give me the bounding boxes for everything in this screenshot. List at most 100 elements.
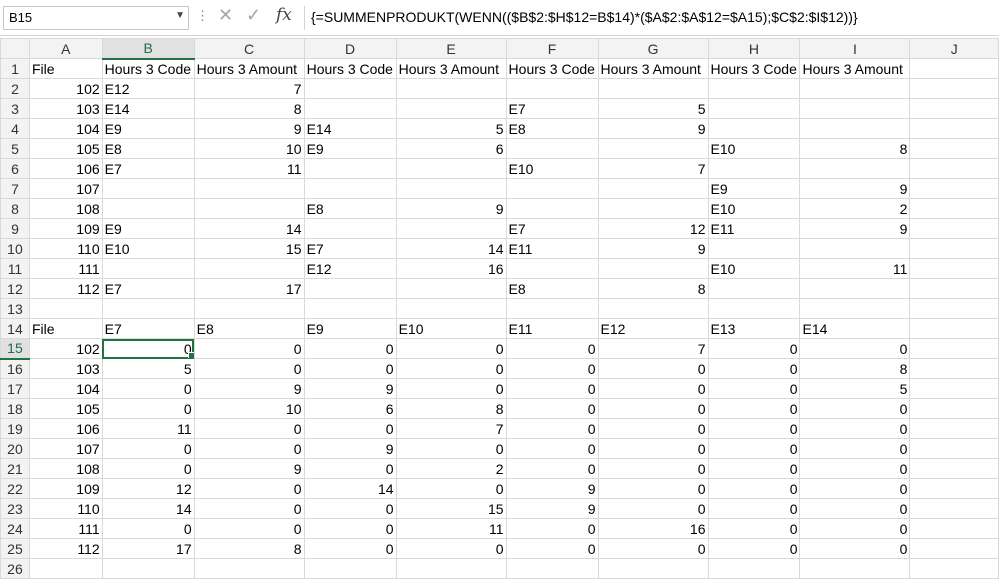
cell-a10[interactable]: 110 <box>28 238 103 259</box>
cell-g15[interactable]: 7 <box>597 338 709 359</box>
cell-c5[interactable]: 10 <box>193 138 305 159</box>
cell-c22[interactable]: 0 <box>193 478 305 499</box>
cell-d6[interactable] <box>303 158 397 179</box>
cell-c20[interactable]: 0 <box>193 438 305 459</box>
cell-h2[interactable] <box>707 78 801 99</box>
column-header-a[interactable]: A <box>28 38 103 59</box>
row-header[interactable]: 25 <box>0 538 30 559</box>
cell-f19[interactable]: 0 <box>505 418 599 439</box>
cell-a7[interactable]: 107 <box>28 178 103 199</box>
cell-i19[interactable]: 0 <box>799 418 911 439</box>
row-header[interactable]: 22 <box>0 478 30 499</box>
cell-d25[interactable]: 0 <box>303 538 397 559</box>
cell-c1[interactable]: Hours 3 Amount <box>193 58 305 79</box>
cell-b11[interactable] <box>101 258 195 279</box>
cell-c23[interactable]: 0 <box>193 498 305 519</box>
cell-g21[interactable]: 0 <box>597 458 709 479</box>
cell-a2[interactable]: 102 <box>28 78 103 99</box>
cell-j23[interactable] <box>909 498 999 519</box>
row-header[interactable]: 21 <box>0 458 30 479</box>
cell-e3[interactable] <box>395 98 507 119</box>
cell-i26[interactable] <box>799 558 911 579</box>
cell-f3[interactable]: E7 <box>505 98 599 119</box>
cell-i16[interactable]: 8 <box>799 358 911 379</box>
cell-h7[interactable]: E9 <box>707 178 801 199</box>
cell-j9[interactable] <box>909 218 999 239</box>
cell-e9[interactable] <box>395 218 507 239</box>
cell-c4[interactable]: 9 <box>193 118 305 139</box>
cell-d15[interactable]: 0 <box>303 338 397 359</box>
cell-g22[interactable]: 0 <box>597 478 709 499</box>
cell-a26[interactable] <box>28 558 103 579</box>
cell-f5[interactable] <box>505 138 599 159</box>
cell-d8[interactable]: E8 <box>303 198 397 219</box>
column-header-b[interactable]: B <box>101 38 195 60</box>
cell-g7[interactable] <box>597 178 709 199</box>
column-header-d[interactable]: D <box>303 38 397 59</box>
cell-f7[interactable] <box>505 178 599 199</box>
cell-a14[interactable]: File <box>28 318 103 339</box>
column-header-g[interactable]: G <box>597 38 709 59</box>
cell-h20[interactable]: 0 <box>707 438 801 459</box>
cell-i1[interactable]: Hours 3 Amount <box>799 58 911 79</box>
cell-a19[interactable]: 106 <box>28 418 103 439</box>
cell-h21[interactable]: 0 <box>707 458 801 479</box>
column-header-c[interactable]: C <box>193 38 305 59</box>
cell-d19[interactable]: 0 <box>303 418 397 439</box>
cell-j12[interactable] <box>909 278 999 299</box>
formula-bar-splitter[interactable]: ⋮ <box>196 8 209 24</box>
cell-c7[interactable] <box>193 178 305 199</box>
cell-b26[interactable] <box>101 558 195 579</box>
cell-i2[interactable] <box>799 78 911 99</box>
cell-g19[interactable]: 0 <box>597 418 709 439</box>
cell-j21[interactable] <box>909 458 999 479</box>
cell-e16[interactable]: 0 <box>395 358 507 379</box>
cell-i15[interactable]: 0 <box>799 338 911 359</box>
cell-f2[interactable] <box>505 78 599 99</box>
cell-f13[interactable] <box>505 298 599 319</box>
select-all-corner[interactable] <box>0 38 30 59</box>
cell-h11[interactable]: E10 <box>707 258 801 279</box>
cell-e6[interactable] <box>395 158 507 179</box>
cell-j7[interactable] <box>909 178 999 199</box>
cell-f14[interactable]: E11 <box>505 318 599 339</box>
cell-d20[interactable]: 9 <box>303 438 397 459</box>
cell-i20[interactable]: 0 <box>799 438 911 459</box>
cell-b3[interactable]: E14 <box>101 98 195 119</box>
cell-i10[interactable] <box>799 238 911 259</box>
cell-e2[interactable] <box>395 78 507 99</box>
cell-d24[interactable]: 0 <box>303 518 397 539</box>
row-header[interactable]: 2 <box>0 78 30 99</box>
cell-c3[interactable]: 8 <box>193 98 305 119</box>
cell-c24[interactable]: 0 <box>193 518 305 539</box>
cell-g4[interactable]: 9 <box>597 118 709 139</box>
cell-g3[interactable]: 5 <box>597 98 709 119</box>
cell-f11[interactable] <box>505 258 599 279</box>
cell-f15[interactable]: 0 <box>505 338 599 359</box>
cell-h17[interactable]: 0 <box>707 378 801 399</box>
row-header[interactable]: 4 <box>0 118 30 139</box>
cell-e26[interactable] <box>395 558 507 579</box>
cell-g16[interactable]: 0 <box>597 358 709 379</box>
cell-g20[interactable]: 0 <box>597 438 709 459</box>
cell-a18[interactable]: 105 <box>28 398 103 419</box>
cell-f24[interactable]: 0 <box>505 518 599 539</box>
row-header[interactable]: 11 <box>0 258 30 279</box>
cell-c16[interactable]: 0 <box>193 358 305 379</box>
cell-a9[interactable]: 109 <box>28 218 103 239</box>
cell-b20[interactable]: 0 <box>101 438 195 459</box>
row-header[interactable]: 14 <box>0 318 30 339</box>
column-header-e[interactable]: E <box>395 38 507 59</box>
cell-d22[interactable]: 14 <box>303 478 397 499</box>
cell-b15[interactable]: 0 <box>101 338 195 359</box>
cell-j18[interactable] <box>909 398 999 419</box>
cell-g13[interactable] <box>597 298 709 319</box>
cell-b6[interactable]: E7 <box>101 158 195 179</box>
column-header-i[interactable]: I <box>799 38 911 59</box>
cell-i11[interactable]: 11 <box>799 258 911 279</box>
cell-i22[interactable]: 0 <box>799 478 911 499</box>
cell-j16[interactable] <box>909 358 999 379</box>
cell-h3[interactable] <box>707 98 801 119</box>
cell-i9[interactable]: 9 <box>799 218 911 239</box>
row-header[interactable]: 5 <box>0 138 30 159</box>
